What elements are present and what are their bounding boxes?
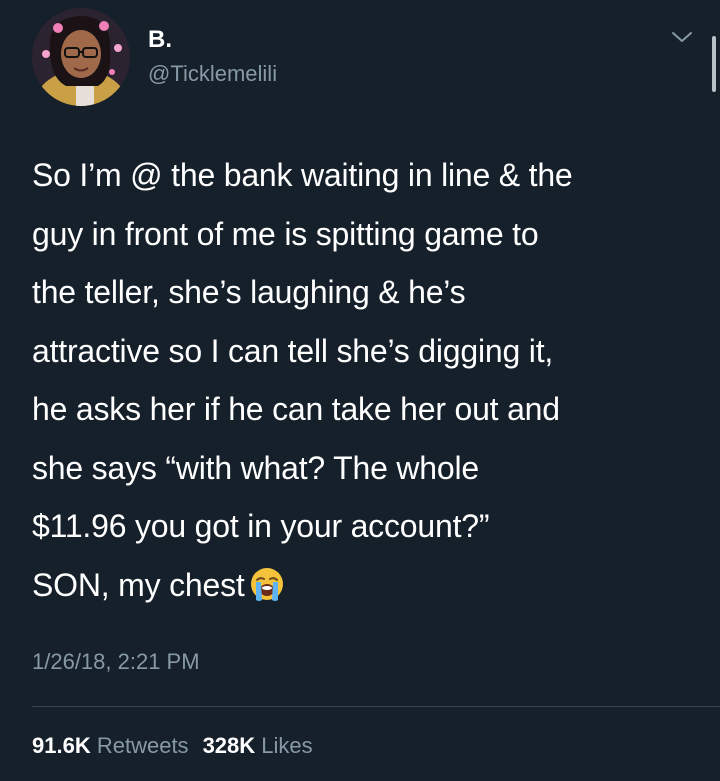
tweet-stats: 91.6K Retweets 328K Likes [32, 732, 313, 760]
chevron-down-icon[interactable] [670, 28, 694, 46]
display-name[interactable]: B. [148, 26, 172, 54]
tweet-text-line-content: SON, my chest [32, 566, 245, 603]
tweet-text-line: the teller, she’s laughing & he’s [32, 274, 466, 310]
scrollbar[interactable] [712, 36, 716, 92]
tweet-text-line-last: SON, my chest [32, 556, 702, 615]
divider [32, 706, 720, 707]
loudly-crying-face-icon [249, 566, 285, 602]
tweet-timestamp[interactable]: 1/26/18, 2:21 PM [32, 648, 200, 676]
tweet-card: B. @Ticklemelili So I’m @ the bank waiti… [0, 0, 720, 781]
tweet-text-line: she says “with what? The whole [32, 449, 479, 486]
avatar[interactable] [32, 8, 130, 106]
tweet-text-line: guy in front of me is spitting game to [32, 215, 539, 252]
tweet-text-line: So I’m @ the bank waiting in line & the [32, 157, 573, 193]
likes-label: Likes [261, 733, 313, 758]
user-handle[interactable]: @Ticklemelili [148, 61, 277, 87]
tweet-text: So I’m @ the bank waiting in line & the … [32, 146, 702, 614]
tweet-text-line: he asks her if he can take her out and [32, 391, 560, 427]
tweet-text-line: $11.96 you got in your account?” [32, 508, 490, 544]
retweets-label: Retweets [96, 733, 189, 758]
retweets-count: 91.6K [32, 733, 91, 758]
likes-stat[interactable]: 328K Likes [203, 733, 313, 758]
likes-count: 328K [202, 733, 256, 758]
avatar-photo-icon [32, 8, 130, 106]
tweet-header: B. @Ticklemelili [32, 8, 712, 108]
retweets-stat[interactable]: 91.6K Retweets [32, 733, 189, 758]
tweet-text-line: attractive so I can tell she’s digging i… [32, 332, 554, 369]
